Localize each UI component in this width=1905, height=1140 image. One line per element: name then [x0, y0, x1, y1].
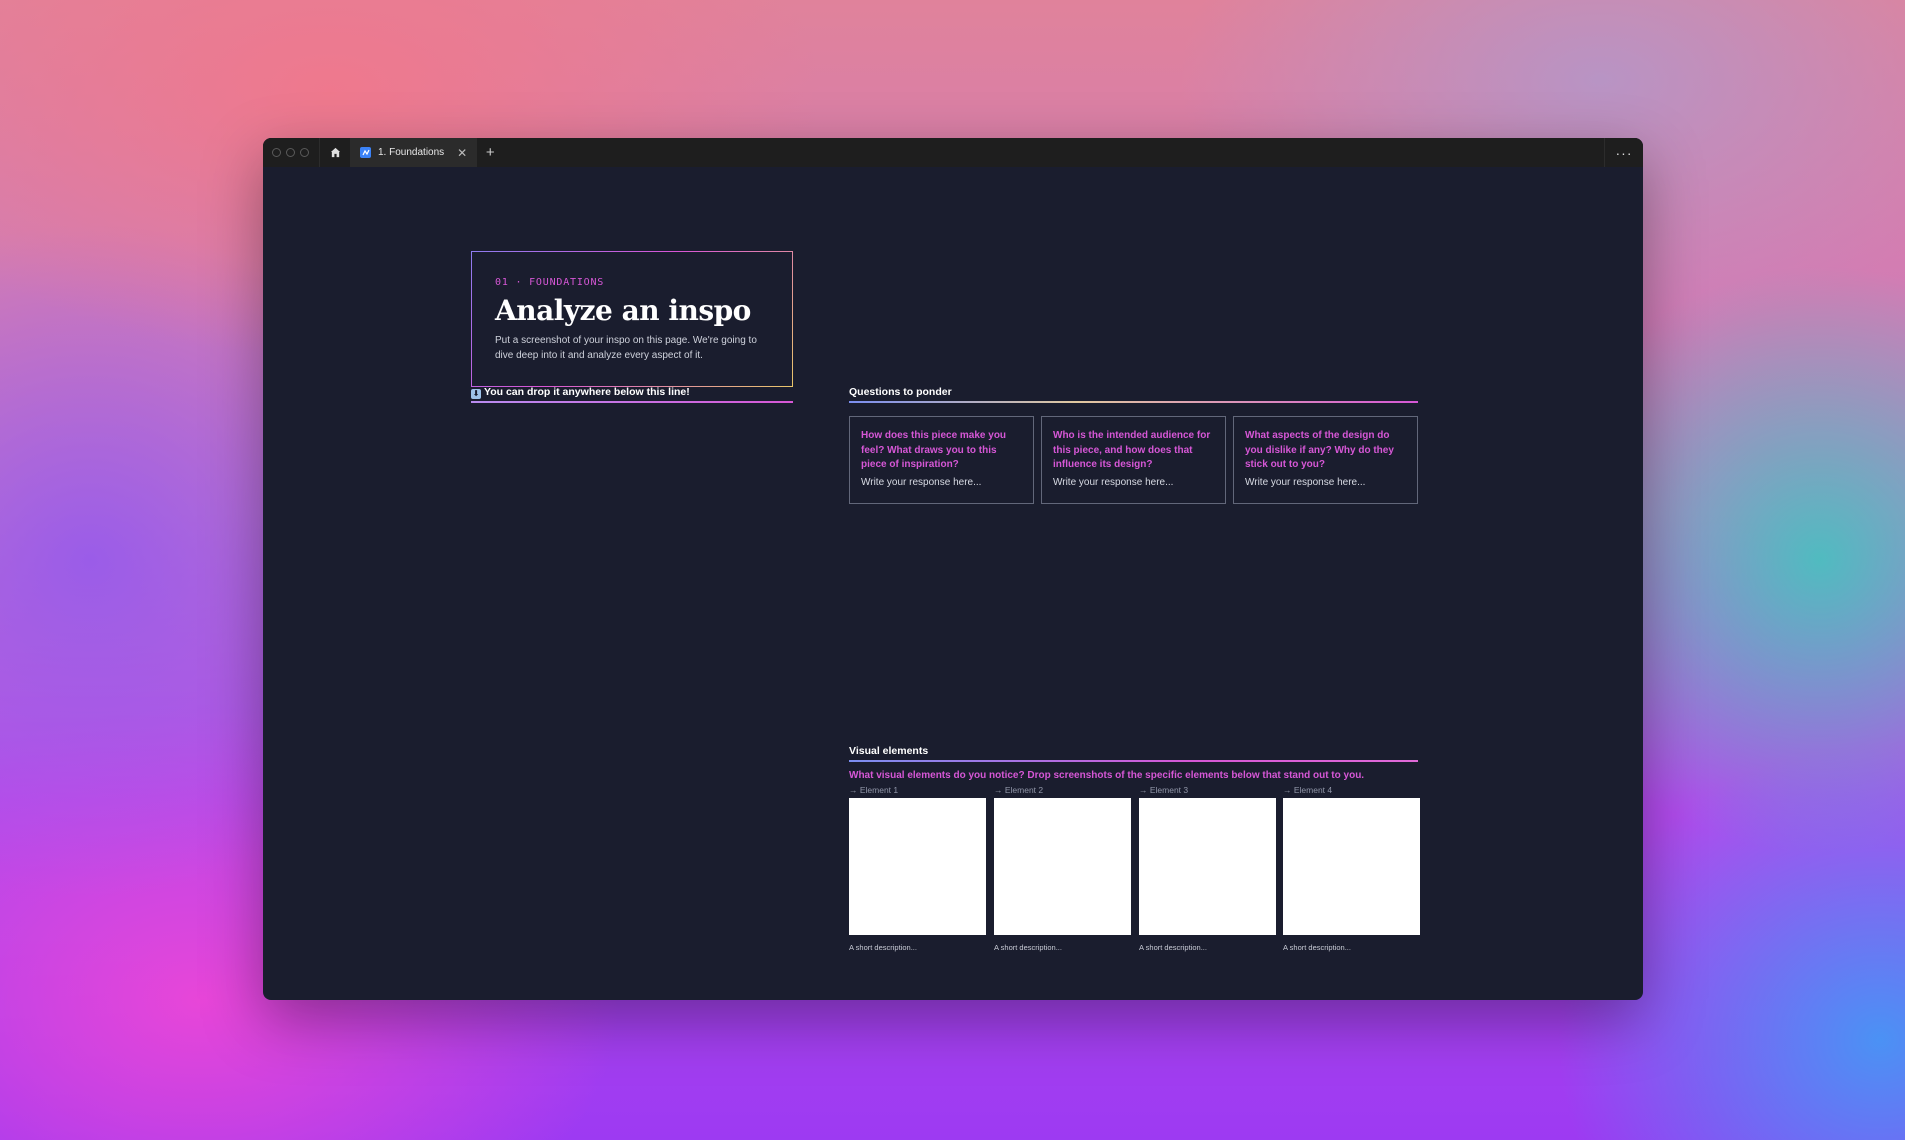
- question-text: Who is the intended audience for this pi…: [1053, 430, 1211, 470]
- drop-zone-label: You can drop it anywhere below this line…: [484, 386, 690, 398]
- question-text: What aspects of the design do you dislik…: [1245, 430, 1394, 470]
- element-image-slot[interactable]: [1283, 798, 1420, 935]
- visual-elements-heading: Visual elements: [849, 745, 929, 757]
- title-card[interactable]: 01 · FOUNDATIONS Analyze an inspo Put a …: [471, 251, 793, 387]
- window-controls: [263, 148, 319, 157]
- questions-divider: [849, 401, 1418, 403]
- home-button[interactable]: [320, 138, 350, 167]
- element-label: → Element 1: [849, 785, 899, 795]
- element-description[interactable]: A short description...: [1139, 943, 1207, 952]
- question-card[interactable]: Who is the intended audience for this pi…: [1041, 416, 1226, 504]
- home-icon: [330, 147, 340, 158]
- element-description[interactable]: A short description...: [849, 943, 917, 952]
- title-bar: 1. Foundations ✕ + ···: [263, 138, 1643, 167]
- app-window: 1. Foundations ✕ + ··· 01 · FOUNDATIONS …: [263, 138, 1643, 1000]
- maximize-window-button[interactable]: [300, 148, 309, 157]
- section-eyebrow: 01 · FOUNDATIONS: [495, 277, 605, 288]
- questions-heading: Questions to ponder: [849, 386, 952, 398]
- response-field[interactable]: Write your response here...: [1053, 477, 1214, 488]
- element-label: → Element 2: [994, 785, 1044, 795]
- tab-title: 1. Foundations: [378, 147, 445, 158]
- close-tab-icon[interactable]: ✕: [457, 147, 467, 159]
- response-field[interactable]: Write your response here...: [1245, 477, 1406, 488]
- add-tab-button[interactable]: +: [477, 138, 503, 167]
- minimize-window-button[interactable]: [286, 148, 295, 157]
- whiteboard-icon: [360, 147, 371, 158]
- response-field[interactable]: Write your response here...: [861, 477, 1022, 488]
- page-description: Put a screenshot of your inspo on this p…: [495, 335, 757, 361]
- question-card[interactable]: How does this piece make you feel? What …: [849, 416, 1034, 504]
- element-image-slot[interactable]: [1139, 798, 1276, 935]
- more-options-button[interactable]: ···: [1604, 138, 1643, 167]
- element-image-slot[interactable]: [994, 798, 1131, 935]
- question-card[interactable]: What aspects of the design do you dislik…: [1233, 416, 1418, 504]
- question-text: How does this piece make you feel? What …: [861, 430, 1007, 470]
- down-arrow-icon: ⬇: [471, 389, 481, 399]
- board-canvas[interactable]: 01 · FOUNDATIONS Analyze an inspo Put a …: [263, 167, 1643, 1000]
- close-window-button[interactable]: [272, 148, 281, 157]
- tab-foundations[interactable]: 1. Foundations ✕: [350, 138, 478, 167]
- drop-zone-divider: [471, 401, 793, 403]
- page-title: Analyze an inspo: [495, 294, 751, 327]
- element-description[interactable]: A short description...: [1283, 943, 1351, 952]
- visual-elements-prompt: What visual elements do you notice? Drop…: [849, 770, 1365, 781]
- visual-elements-divider: [849, 760, 1418, 762]
- element-label: → Element 3: [1139, 785, 1189, 795]
- element-image-slot[interactable]: [849, 798, 986, 935]
- element-label: → Element 4: [1283, 785, 1333, 795]
- element-description[interactable]: A short description...: [994, 943, 1062, 952]
- more-horizontal-icon: ···: [1615, 144, 1633, 161]
- drop-zone-heading: ⬇ You can drop it anywhere below this lin…: [471, 386, 690, 399]
